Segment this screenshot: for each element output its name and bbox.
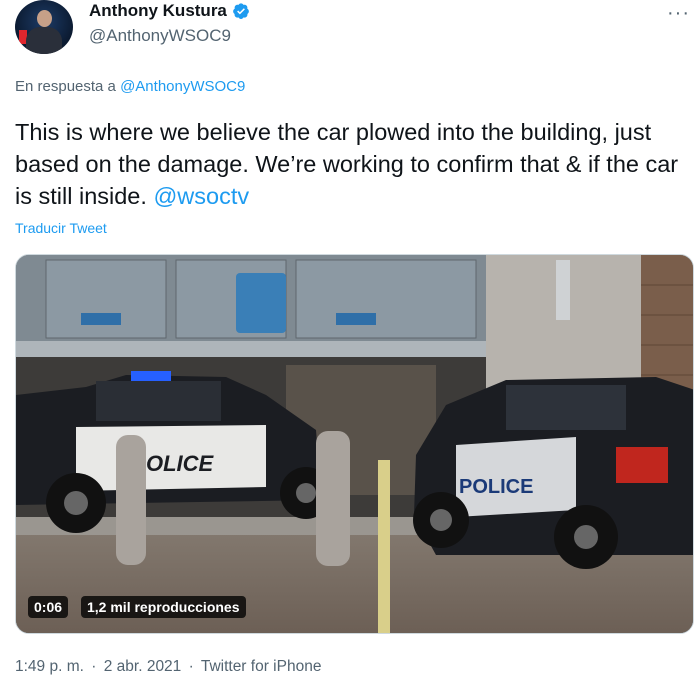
reply-mention-link[interactable]: @AnthonyWSOC9: [120, 78, 245, 95]
tweet-mention-link[interactable]: @wsoctv: [153, 183, 249, 209]
meta-separator: ·: [188, 658, 194, 675]
left-car-decal: OLICE: [146, 451, 215, 476]
author-name-row[interactable]: Anthony Kustura: [89, 1, 250, 21]
reply-context: En respuesta a @AnthonyWSOC9: [15, 78, 245, 95]
meta-separator: ·: [91, 658, 97, 675]
verified-badge-icon: [233, 3, 249, 19]
author-display-name[interactable]: Anthony Kustura: [89, 1, 227, 21]
video-frame-image: OLICE POLICE: [16, 255, 693, 633]
tweet-date[interactable]: 2 abr. 2021: [104, 658, 182, 675]
video-view-count: 1,2 mil reproducciones: [81, 596, 246, 618]
tweet-time[interactable]: 1:49 p. m.: [15, 658, 84, 675]
translate-tweet-link[interactable]: Traducir Tweet: [15, 220, 107, 236]
tweet-source[interactable]: Twitter for iPhone: [201, 658, 322, 675]
right-car-decal: POLICE: [459, 476, 533, 498]
author-avatar[interactable]: [15, 0, 73, 54]
tweet-body: This is where we believe the car plowed …: [15, 119, 679, 209]
video-timecode: 0:06: [28, 596, 69, 618]
tweet-meta: 1:49 p. m. · 2 abr. 2021 · Twitter for i…: [15, 658, 321, 676]
tweet-text: This is where we believe the car plowed …: [15, 116, 690, 212]
more-options-icon[interactable]: ···: [667, 2, 690, 25]
reply-prefix: En respuesta a: [15, 78, 116, 95]
video-player[interactable]: OLICE POLICE: [15, 254, 694, 634]
author-handle[interactable]: @AnthonyWSOC9: [89, 26, 231, 46]
